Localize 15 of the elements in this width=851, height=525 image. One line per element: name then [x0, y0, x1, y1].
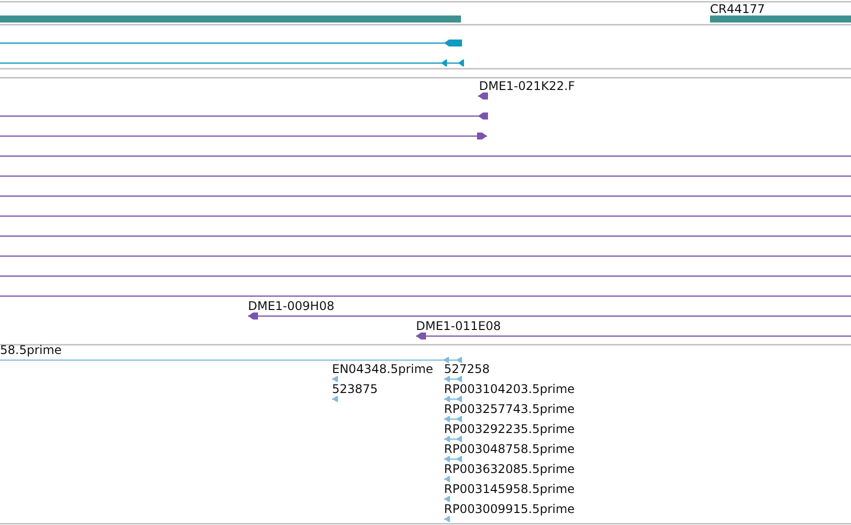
feature-label: DME1-021K22.F	[479, 79, 575, 93]
feature-label: EN04348.5prime	[332, 362, 434, 376]
feature-label: 527258	[444, 362, 490, 376]
feature-label: RP003104203.5prime	[444, 382, 575, 396]
feature-label: RP003632085.5prime	[444, 462, 575, 476]
feature-label: RP003145958.5prime	[444, 482, 575, 496]
feature-label: RP003048758.5prime	[444, 442, 575, 456]
feature-label: RP003292235.5prime	[444, 422, 575, 436]
feature-label: RP003257743.5prime	[444, 402, 575, 416]
feature-label: 58.5prime	[0, 343, 62, 357]
feature-label: CR44177	[710, 2, 765, 16]
feature-label: 523875	[332, 382, 378, 396]
feature-label: DME1-011E08	[416, 319, 501, 333]
feature-label: DME1-009H08	[248, 299, 334, 313]
feature-label: RP003009915.5prime	[444, 502, 575, 516]
